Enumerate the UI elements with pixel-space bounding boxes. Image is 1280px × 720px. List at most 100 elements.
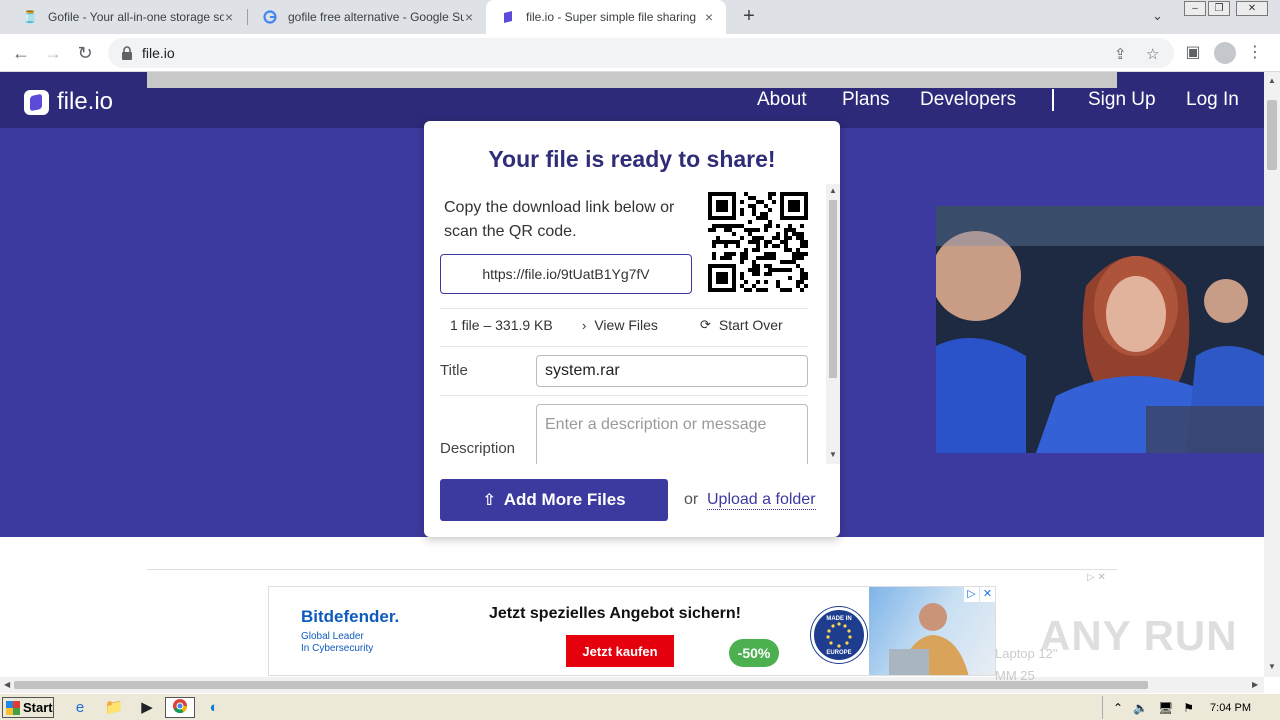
tab-title: Gofile - Your all-in-one storage soluti: [48, 10, 224, 24]
anyrun-watermark: ANY RUN: [1040, 612, 1238, 659]
title-input-value: system.rar: [545, 362, 620, 379]
media-player-icon[interactable]: ▶: [137, 698, 157, 718]
start-button[interactable]: Start: [2, 697, 54, 718]
forward-arrow-icon[interactable]: →: [42, 42, 64, 64]
view-files-button[interactable]: › View Files: [582, 317, 658, 333]
nav-log-in[interactable]: Log In: [1186, 89, 1239, 111]
ad-tagline-line2: In Cybersecurity: [301, 643, 374, 654]
close-tab-icon[interactable]: ×: [462, 10, 476, 24]
page-horizontal-scrollbar[interactable]: ◀ ▶: [0, 677, 1264, 693]
close-tab-icon[interactable]: ×: [222, 10, 236, 24]
upload-folder-link[interactable]: Upload a folder: [707, 491, 816, 510]
ghost-text: MM 25: [995, 668, 1035, 683]
card-scrollbar[interactable]: ▲ ▼: [826, 184, 840, 464]
window-restore-icon[interactable]: ❐: [1208, 1, 1230, 16]
site-logo[interactable]: file.io: [24, 88, 113, 116]
description-textarea[interactable]: Enter a description or message: [536, 404, 808, 464]
download-link-field[interactable]: https://file.io/9tUatB1Yg7fV: [440, 254, 692, 294]
scroll-up-arrow-icon[interactable]: ▲: [1268, 76, 1276, 85]
tab-title: file.io - Super simple file sharing: [526, 10, 697, 24]
browser-menu-icon[interactable]: ⋮: [1244, 42, 1266, 64]
page-scrollbar-thumb[interactable]: [1267, 100, 1277, 170]
scroll-right-arrow-icon[interactable]: ▶: [1252, 680, 1258, 689]
windows-taskbar: Start e 📁 ▶ ◐ ⌃ 🔈 🖥 ⚑ 7:04 PM: [0, 693, 1280, 720]
ad-brand: Bitdefender.: [301, 607, 400, 626]
fileio-favicon-icon: [500, 9, 516, 25]
card-title: Your file is ready to share!: [488, 146, 776, 172]
file-explorer-icon[interactable]: 📁: [104, 698, 124, 718]
tab-gofile[interactable]: 🫙 Gofile - Your all-in-one storage solut…: [8, 0, 246, 34]
fileio-logo-icon: [24, 89, 49, 115]
window-minimize-icon[interactable]: –: [1184, 1, 1206, 16]
scroll-down-arrow-icon[interactable]: ▼: [829, 450, 837, 459]
title-label: Title: [440, 362, 468, 379]
new-tab-plus-icon[interactable]: +: [738, 6, 760, 28]
file-info-text: 1 file – 331.9 KB: [450, 317, 553, 333]
bitdefender-ad-banner[interactable]: Bitdefender. Global Leader In Cybersecur…: [268, 586, 996, 676]
volume-icon[interactable]: 🔈: [1133, 701, 1148, 715]
ad-buy-label: Jetzt kaufen: [582, 643, 658, 659]
action-center-flag-icon[interactable]: ⚑: [1183, 701, 1194, 715]
nav-developers[interactable]: Developers: [920, 89, 1016, 111]
start-over-button[interactable]: ⟳ Start Over: [700, 317, 783, 333]
network-icon[interactable]: 🖥: [1158, 701, 1173, 715]
ad-report-icon[interactable]: ▷ ✕: [1087, 572, 1106, 583]
internet-explorer-icon[interactable]: e: [70, 698, 90, 718]
url-text: file.io: [142, 45, 175, 61]
scroll-up-arrow-icon[interactable]: ▲: [829, 186, 837, 195]
divider: [440, 395, 808, 396]
close-tab-icon[interactable]: ×: [702, 10, 716, 24]
file-info: 1 file – 331.9 KB: [450, 317, 553, 333]
ad-tagline: Global Leader In Cybersecurity: [301, 631, 373, 655]
window-close-icon[interactable]: ✕: [1236, 1, 1268, 16]
gamers-photo-illustration: [936, 206, 1264, 453]
bookmark-star-icon[interactable]: ☆: [1146, 45, 1159, 63]
nav-plans[interactable]: Plans: [842, 89, 890, 111]
tab-google-search[interactable]: gofile free alternative - Google Suche ×: [248, 0, 486, 34]
add-more-files-label: Add More Files: [503, 490, 626, 509]
ad-buy-button[interactable]: Jetzt kaufen: [566, 635, 674, 667]
upload-arrow-icon: ⇧: [482, 492, 496, 509]
start-label: Start: [23, 700, 53, 715]
header-ad-strip: [147, 72, 1117, 88]
card-scrollbar-thumb[interactable]: [829, 200, 837, 378]
scroll-left-arrow-icon[interactable]: ◀: [4, 680, 10, 689]
page-viewport: file.io About Plans Developers Sign Up L…: [0, 72, 1264, 677]
nav-sign-up[interactable]: Sign Up: [1088, 89, 1156, 111]
back-arrow-icon[interactable]: ←: [10, 42, 32, 64]
description-label: Description: [440, 440, 516, 457]
nav-divider: [1052, 89, 1054, 111]
nav-about[interactable]: About: [757, 89, 807, 111]
site-header: file.io About Plans Developers Sign Up L…: [0, 72, 1264, 128]
add-more-files-button[interactable]: ⇧ Add More Files: [440, 479, 668, 521]
scroll-down-arrow-icon[interactable]: ▼: [1268, 662, 1276, 671]
side-panel-icon[interactable]: ▣: [1182, 42, 1204, 64]
tab-search-chevron-icon[interactable]: ⌄: [1152, 8, 1163, 24]
chevron-right-icon: ›: [582, 317, 587, 333]
browser-toolbar: ← → ↻ file.io ⇪ ☆ ▣ ⋮: [0, 34, 1280, 72]
qr-code-icon: [708, 192, 808, 292]
ad-headline: Jetzt spezielles Angebot sichern!: [489, 605, 741, 622]
chrome-icon[interactable]: [165, 697, 195, 718]
horizontal-scrollbar-thumb[interactable]: [14, 681, 1148, 689]
ad-discount-badge: -50%: [729, 639, 779, 667]
address-bar[interactable]: file.io ⇪ ☆: [108, 38, 1174, 68]
ad-close-icon[interactable]: ✕: [980, 587, 995, 602]
page-vertical-scrollbar[interactable]: ▲ ▼: [1264, 72, 1280, 677]
tab-fileio[interactable]: file.io - Super simple file sharing ×: [486, 0, 726, 34]
card-scroll-area[interactable]: Copy the download link below or scan the…: [424, 184, 840, 464]
ad-choices-icon[interactable]: ▷: [964, 587, 979, 602]
share-icon[interactable]: ⇪: [1114, 45, 1127, 63]
share-card: Your file is ready to share! Copy the do…: [424, 121, 840, 537]
refresh-icon: ⟳: [700, 317, 711, 332]
ad-divider: [147, 569, 1117, 570]
google-favicon-icon: [262, 9, 278, 25]
description-placeholder: Enter a description or message: [545, 416, 767, 433]
edge-icon[interactable]: ◐: [204, 698, 224, 718]
clock: 7:04 PM: [1210, 701, 1251, 714]
reload-icon[interactable]: ↻: [74, 42, 96, 64]
title-input[interactable]: system.rar: [536, 355, 808, 387]
profile-avatar-icon[interactable]: [1214, 42, 1236, 64]
browser-tab-strip: 🫙 Gofile - Your all-in-one storage solut…: [0, 0, 1280, 34]
tray-expand-icon[interactable]: ⌃: [1113, 701, 1123, 715]
